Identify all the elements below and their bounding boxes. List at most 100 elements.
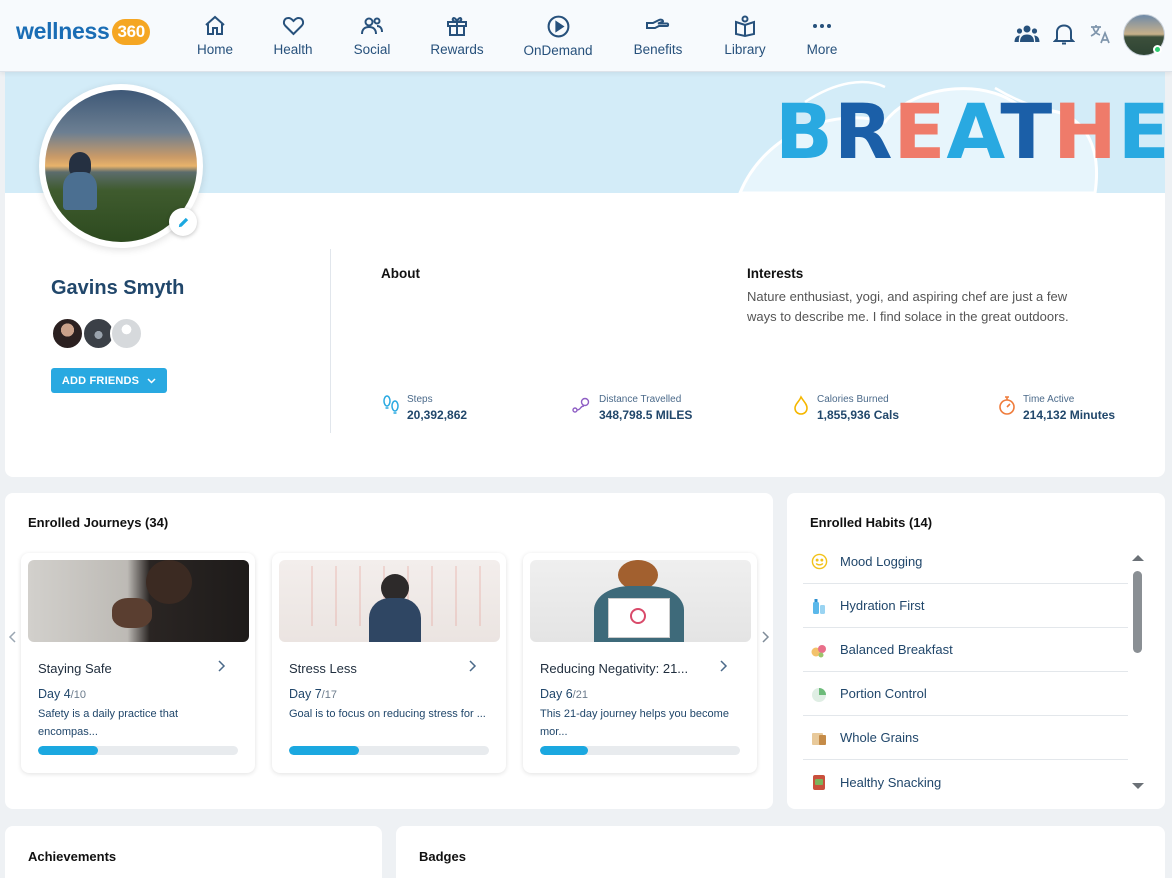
nav-rewards[interactable]: Rewards	[417, 14, 497, 57]
brand-name: wellness	[16, 18, 110, 44]
achievements-heading: Achievements	[28, 849, 117, 864]
habit-label: Mood Logging	[840, 554, 923, 569]
vertical-divider	[330, 249, 331, 433]
nav-label-benefits: Benefits	[633, 42, 683, 57]
chevron-right-icon[interactable]	[467, 659, 477, 673]
friend-avatar[interactable]	[51, 317, 84, 350]
stat-label: Distance Travelled	[599, 394, 682, 405]
scroll-down-icon[interactable]	[1131, 781, 1145, 791]
journey-description: Safety is a daily practice that encompas…	[38, 708, 179, 738]
journey-image	[279, 560, 500, 642]
carousel-prev-icon[interactable]	[8, 630, 18, 644]
journey-card[interactable]: Stress Less Day 7/17 Goal is to focus on…	[272, 553, 506, 773]
journeys-heading: Enrolled Journeys (34)	[28, 515, 169, 530]
flame-icon	[794, 395, 808, 415]
journey-title: Reducing Negativity: 21...	[540, 661, 689, 676]
play-circle-icon	[547, 15, 569, 38]
chevron-right-icon[interactable]	[718, 659, 728, 673]
nav-benefits[interactable]: Benefits	[618, 14, 698, 57]
gift-icon	[447, 17, 467, 36]
friend-avatar[interactable]	[110, 317, 143, 350]
community-icon[interactable]	[1014, 22, 1040, 46]
chevron-down-icon	[147, 377, 156, 384]
habits-heading: Enrolled Habits (14)	[810, 515, 933, 530]
snack-icon	[810, 773, 828, 791]
stat-value: 1,855,936 Cals	[817, 408, 900, 422]
habit-item[interactable]: Mood Logging	[803, 540, 1128, 584]
stat-steps: Steps 20,392,862	[381, 394, 467, 422]
banner-breathe-text: BREATHE	[775, 87, 1165, 176]
stopwatch-icon	[999, 396, 1015, 415]
journey-day-total: /17	[321, 689, 337, 701]
journey-card[interactable]: Staying Safe Day 4/10 Safety is a daily …	[21, 553, 255, 773]
nav-label-ondemand: OnDemand	[523, 43, 593, 58]
nav-label-more: More	[806, 42, 838, 57]
journey-day-current: Day 7	[289, 687, 322, 701]
stat-value: 348,798.5 MILES	[599, 408, 693, 422]
habit-item[interactable]: Portion Control	[803, 672, 1128, 716]
portion-icon	[810, 685, 828, 703]
footsteps-icon	[383, 395, 399, 414]
stat-value: 20,392,862	[407, 408, 468, 422]
habits-scrollbar-thumb[interactable]	[1133, 571, 1142, 653]
habit-item[interactable]: Balanced Breakfast	[803, 628, 1128, 672]
bell-icon[interactable]	[1053, 22, 1075, 46]
journey-progress-bar	[289, 746, 489, 755]
journey-day-total: /10	[70, 689, 86, 701]
scroll-up-icon[interactable]	[1131, 553, 1145, 563]
nav-social[interactable]: Social	[332, 14, 412, 57]
journey-day: Day 4/10	[38, 687, 86, 701]
journey-progress-fill	[289, 746, 359, 755]
add-friends-label: ADD FRIENDS	[61, 374, 140, 387]
habit-item[interactable]: Healthy Snacking	[803, 760, 1128, 804]
journey-card[interactable]: Reducing Negativity: 21... Day 6/21 This…	[523, 553, 757, 773]
journey-day: Day 7/17	[289, 687, 337, 701]
badges-card	[396, 826, 1165, 878]
habit-label: Whole Grains	[840, 730, 919, 745]
carousel-next-icon[interactable]	[760, 630, 770, 644]
people-icon	[361, 17, 383, 35]
journey-description: This 21-day journey helps you become mor…	[540, 708, 729, 738]
translate-icon[interactable]	[1089, 22, 1111, 46]
water-bottle-icon	[810, 597, 828, 615]
nav-library[interactable]: Library	[705, 14, 785, 57]
journey-title: Staying Safe	[38, 661, 112, 676]
journey-progress-bar	[38, 746, 238, 755]
about-heading: About	[381, 266, 420, 281]
profile-card: BREATHE Gavins Smyth ADD FRIENDS About I…	[5, 72, 1165, 477]
journey-progress-fill	[540, 746, 588, 755]
habit-item[interactable]: Hydration First	[803, 584, 1128, 628]
home-icon	[205, 15, 225, 35]
nav-health[interactable]: Health	[253, 14, 333, 57]
journey-title: Stress Less	[289, 661, 357, 676]
profile-name: Gavins Smyth	[51, 277, 185, 299]
breakfast-icon	[810, 641, 828, 659]
habit-label: Healthy Snacking	[840, 774, 942, 790]
interests-text: Nature enthusiast, yogi, and aspiring ch…	[747, 289, 1069, 324]
stat-label: Time Active	[1023, 394, 1075, 405]
nav-more[interactable]: More	[782, 14, 862, 57]
top-nav: wellness 360 Home Health Social Rewards O…	[0, 0, 1172, 72]
pencil-icon	[178, 217, 188, 227]
heart-icon	[282, 16, 304, 36]
habit-label: Portion Control	[840, 686, 927, 701]
habit-label: Balanced Breakfast	[840, 642, 953, 657]
nav-ondemand[interactable]: OnDemand	[518, 14, 598, 58]
nav-home[interactable]: Home	[175, 14, 255, 57]
edit-photo-button[interactable]	[169, 208, 197, 236]
journey-progress-bar	[540, 746, 740, 755]
stat-distance: Distance Travelled 348,798.5 MILES	[571, 394, 692, 422]
brand-number: 360	[111, 18, 150, 45]
journey-progress-fill	[38, 746, 98, 755]
nav-label-home: Home	[196, 42, 233, 57]
add-friends-button[interactable]: ADD FRIENDS	[51, 368, 167, 393]
online-status-dot	[1153, 45, 1162, 54]
habit-item[interactable]: Whole Grains	[803, 716, 1128, 760]
chevron-right-icon[interactable]	[216, 659, 226, 673]
interests-heading: Interests	[747, 266, 804, 281]
grains-icon	[810, 729, 828, 747]
smiley-icon	[810, 553, 828, 571]
nav-label-rewards: Rewards	[430, 42, 484, 57]
brand-logo[interactable]: wellness 360	[16, 18, 150, 45]
dots-icon	[813, 24, 831, 28]
